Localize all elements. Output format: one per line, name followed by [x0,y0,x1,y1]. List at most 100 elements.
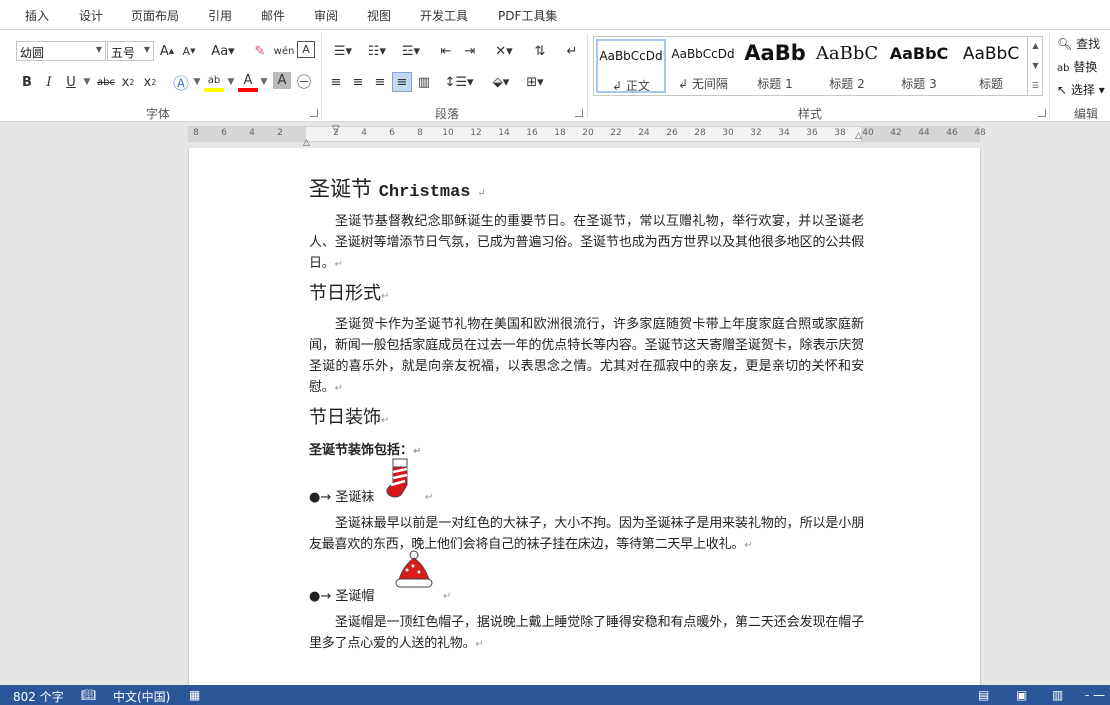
strikethrough-button[interactable]: abc [95,72,117,92]
list-item-label: 圣诞帽 [335,589,375,604]
text-effects-icon[interactable]: Ⓐ [170,72,192,93]
read-mode-icon[interactable]: ▤ [978,688,989,702]
stocking-image[interactable] [385,457,415,499]
chinese-layout-icon[interactable]: ✕▾ [490,41,518,61]
ruler-tick-label: 6 [221,128,227,138]
font-name-combo[interactable]: 幼圆 ▼ [16,41,106,61]
ruler-tick-label: 46 [946,128,958,138]
grow-font-icon[interactable]: A ▲ [158,41,176,61]
chevron-down-icon[interactable]: ▼ [144,45,150,54]
ruler-tick-label: 28 [694,128,706,138]
paragraph-intro: 圣诞节基督教纪念耶稣诞生的重要节日。在圣诞节，常以互赠礼物，举行欢宴，并以圣诞老… [309,214,864,271]
styles-dialog-launcher[interactable] [1038,109,1046,117]
paragraph-group-label: 段落 [435,107,460,121]
clear-format-icon[interactable]: ✎ [250,41,270,61]
bullets-icon[interactable]: ☰▾ [328,41,358,61]
char-border-icon[interactable]: A [297,41,315,58]
ruler-tick-label: 26 [666,128,678,138]
tab-mailings[interactable]: 邮件 [261,7,285,24]
tab-references[interactable]: 引用 [208,7,232,24]
chevron-down-icon[interactable]: ▼ [96,45,102,54]
language-indicator[interactable]: 中文(中国) [113,688,170,705]
enclose-char-icon[interactable]: ㊀ [295,72,313,92]
justify-icon[interactable]: ≡ [392,72,412,92]
tab-developer[interactable]: 开发工具 [420,7,468,24]
zoom-slider[interactable]: - — [1085,688,1105,702]
style-no-spacing[interactable]: AaBbCcDd ↲ 无间隔 [668,39,738,93]
hanging-indent-marker[interactable]: △ [303,138,310,148]
chevron-down-icon[interactable]: ▼ [259,72,269,92]
select-label: 选择 [1070,83,1095,97]
style-heading-3[interactable]: AaBbC 标题 3 [884,39,954,93]
chevron-down-icon[interactable]: ▼ [1028,56,1043,76]
highlight-color-icon[interactable]: ab [204,72,224,92]
distributed-icon[interactable]: ▥ [415,72,433,92]
bullet-icon: ●→ [309,589,332,604]
proofing-icon[interactable]: 📖︎ [81,688,96,702]
shrink-font-icon[interactable]: A ▼ [180,41,198,61]
style-heading-2[interactable]: AaBbC 标题 2 [812,39,882,93]
ruler-tick-label: 40 [862,128,874,138]
tab-review[interactable]: 审阅 [314,7,338,24]
find-button[interactable]: 🔍︎ 查找 [1057,35,1100,52]
char-shading-icon[interactable]: A [273,72,291,89]
document-body[interactable]: 圣诞节 Christmas ↵ 圣诞节基督教纪念耶稣诞生的重要节日。在圣诞节，常… [309,172,864,655]
paragraph-dialog-launcher[interactable] [575,109,583,117]
numbering-icon[interactable]: ☷▾ [362,41,392,61]
phonetic-guide-icon[interactable]: wén [274,41,295,61]
print-layout-icon[interactable]: ▣ [1016,688,1027,702]
style-normal[interactable]: AaBbCcDd ↲ 正文 [596,39,666,93]
chevron-down-icon[interactable]: ▼ [192,72,202,92]
borders-icon[interactable]: ⊞▾ [520,72,550,92]
tab-insert[interactable]: 插入 [25,7,49,24]
align-right-icon[interactable]: ≡ [371,72,389,92]
tab-view[interactable]: 视图 [367,7,391,24]
macro-recording-icon[interactable]: ▦ [189,688,200,702]
gallery-scroll[interactable]: ▲ ▼ ☰ [1027,36,1043,96]
line-spacing-icon[interactable]: ↕☰▾ [444,72,474,92]
chevron-up-icon[interactable]: ▲ [1028,36,1043,56]
tab-design[interactable]: 设计 [79,7,103,24]
italic-button[interactable]: I [40,72,58,92]
style-heading-1[interactable]: AaBb 标题 1 [740,39,810,93]
align-left-icon[interactable]: ≡ [327,72,345,92]
web-layout-icon[interactable]: ▥ [1052,688,1063,702]
ruler-tick-label: 48 [974,128,986,138]
word-count[interactable]: 802 个字 [13,688,64,705]
bold-button[interactable]: B [18,72,36,92]
multilevel-list-icon[interactable]: ☲▾ [396,41,426,61]
change-case-icon[interactable]: Aa▾ [208,41,238,61]
underline-button[interactable]: U [62,72,80,92]
tab-layout[interactable]: 页面布局 [131,7,179,24]
subscript-button[interactable]: x2 [119,72,137,92]
chevron-down-icon[interactable]: ▼ [82,72,92,92]
font-dialog-launcher[interactable] [310,109,318,117]
first-line-indent-marker[interactable]: ▽ [332,124,340,135]
decrease-indent-icon[interactable]: ⇤ [436,41,456,61]
font-color-icon[interactable]: A [238,72,258,92]
show-marks-icon[interactable]: ↵ [562,41,582,61]
more-styles-icon[interactable]: ☰ [1028,76,1043,96]
superscript-button[interactable]: x2 [141,72,159,92]
ruler-tick-label: 8 [417,128,423,138]
right-indent-marker[interactable]: △ [855,131,862,141]
increase-indent-icon[interactable]: ⇥ [460,41,480,61]
cursor-icon: ↖ [1057,83,1068,97]
align-center-icon[interactable]: ≡ [349,72,367,92]
ruler-tick-label: 4 [361,128,367,138]
santa-hat-image[interactable] [393,550,435,590]
replace-button[interactable]: ab 替换 [1057,58,1097,75]
style-title[interactable]: AaBbC 标题 [956,39,1026,93]
sort-icon[interactable]: ⇅ [530,41,550,61]
title-cn: 圣诞节 [309,177,372,201]
chevron-down-icon[interactable]: ▼ [226,72,236,92]
tab-pdf-tools[interactable]: PDF工具集 [498,7,557,24]
font-size-combo[interactable]: 五号 ▼ [107,41,154,61]
ruler-tick-label: 4 [249,128,255,138]
document-page[interactable]: 圣诞节 Christmas ↵ 圣诞节基督教纪念耶稣诞生的重要节日。在圣诞节，常… [188,148,981,688]
horizontal-ruler[interactable]: 8 6 4 2 2 4 6 8 10 12 14 16 18 20 22 24 26 28 30 32 34 36 38 40… [188,124,986,148]
ruler-tick-label: 34 [778,128,790,138]
shading-icon[interactable]: ⬙▾ [486,72,516,92]
style-name: ↲ 无间隔 [678,77,728,91]
select-button[interactable]: ↖ 选择 ▾ [1057,81,1105,98]
